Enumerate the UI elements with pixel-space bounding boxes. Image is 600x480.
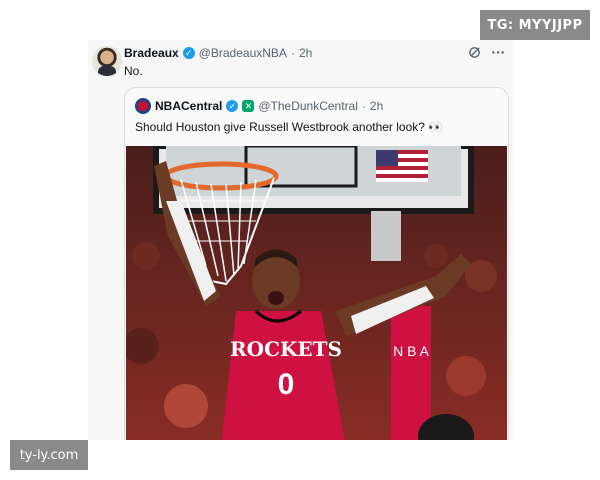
stanchion-text: N B A <box>393 343 429 359</box>
verified-icon: ✓ <box>226 100 239 112</box>
dot-separator: · <box>361 99 366 113</box>
quote-avatar[interactable] <box>135 98 151 114</box>
quote-header: NBACentral ✓ ✕ @TheDunkCentral · 2h <box>135 98 383 114</box>
tweet-card[interactable]: Bradeaux ✓ @BradeauxNBA · 2h No. NBACent… <box>88 40 513 440</box>
quote-author-name[interactable]: NBACentral <box>155 99 222 113</box>
tweet-header: Bradeaux ✓ @BradeauxNBA · 2h <box>124 46 312 60</box>
more-icon[interactable] <box>491 46 505 62</box>
quote-text: Should Houston give Russell Westbrook an… <box>135 120 444 134</box>
verified-icon: ✓ <box>182 47 195 59</box>
jersey-number: 0 <box>278 368 295 401</box>
watermark-bottom-left: ty-ly.com <box>10 440 88 470</box>
tweet-time[interactable]: 2h <box>299 46 312 60</box>
affiliate-badge-icon: ✕ <box>242 100 255 112</box>
tweet-actions <box>468 46 505 62</box>
avatar[interactable] <box>92 46 122 76</box>
tweet-text: No. <box>124 64 143 78</box>
jersey-team: ROCKETS <box>230 337 342 361</box>
watermark-top-right: TG: MYYJJPP <box>480 10 590 40</box>
grok-icon[interactable] <box>468 46 481 62</box>
dot-separator: · <box>290 46 295 60</box>
quote-time[interactable]: 2h <box>370 99 383 113</box>
quoted-tweet[interactable]: NBACentral ✓ ✕ @TheDunkCentral · 2h Shou… <box>124 87 509 440</box>
author-name[interactable]: Bradeaux <box>124 46 179 60</box>
author-handle[interactable]: @BradeauxNBA <box>199 46 287 60</box>
tweet-photo[interactable]: N B A ROCKETS 0 <box>126 146 507 440</box>
quote-author-handle[interactable]: @TheDunkCentral <box>258 99 358 113</box>
